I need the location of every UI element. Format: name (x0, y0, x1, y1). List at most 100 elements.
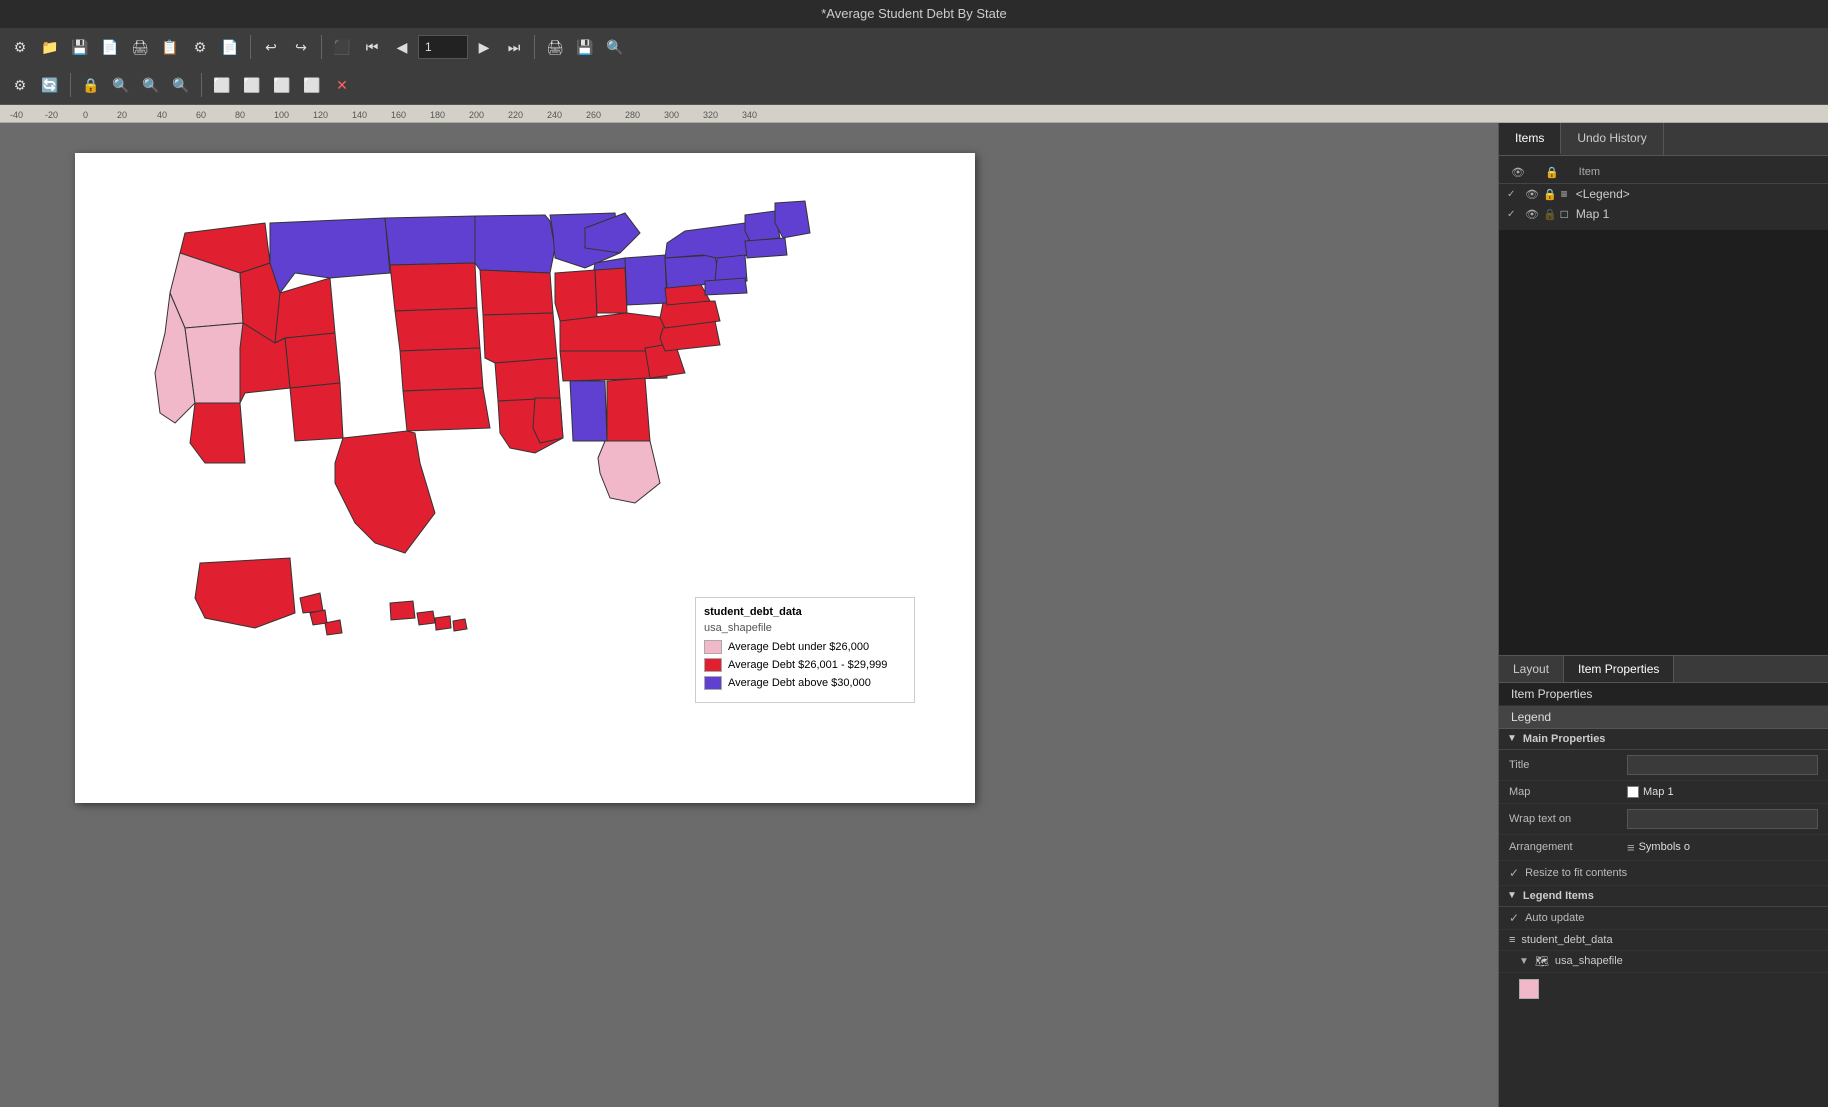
tool-refresh[interactable]: 🔄 (36, 71, 64, 99)
tab-item-properties[interactable]: Item Properties (1564, 656, 1674, 682)
legend-items-header[interactable]: ▼ Legend Items (1499, 886, 1828, 907)
auto-update-label: Auto update (1525, 912, 1584, 924)
items-row-legend[interactable]: ✓ 👁 🔒 ≡ <Legend> (1499, 184, 1828, 204)
tool-save[interactable]: 💾 (66, 33, 94, 61)
wrap-text-label: Wrap text on (1509, 813, 1619, 825)
legend-label-1: Average Debt under $26,000 (728, 641, 869, 653)
window-title: *Average Student Debt By State (821, 6, 1007, 21)
shapefile-expand-arrow: ▼ (1519, 956, 1529, 967)
legend-list-icon: ≡ (1561, 187, 1568, 201)
legend-label-2: Average Debt $26,001 - $29,999 (728, 659, 887, 671)
color-swatch-preview (1519, 979, 1539, 999)
tool-export[interactable]: 📄 (216, 33, 244, 61)
map-label: Map (1509, 786, 1619, 798)
panel-top-tabs: Items Undo History (1499, 123, 1828, 156)
legend-data-source: student_debt_data (704, 606, 906, 618)
legend-check: ✓ (1507, 189, 1521, 200)
layer-row-student-debt[interactable]: ≡ student_debt_data (1499, 930, 1828, 951)
map-lock-empty: 🔒 (1543, 208, 1557, 221)
tool-zoom-in[interactable]: 🔍 (107, 71, 135, 99)
tab-items[interactable]: Items (1499, 123, 1561, 155)
map-value-swatch (1627, 786, 1639, 798)
items-spacer (1499, 230, 1828, 655)
legend-items-arrow: ▼ (1507, 890, 1517, 901)
tool-next[interactable]: ▶ (470, 33, 498, 61)
resize-label: Resize to fit contents (1525, 867, 1627, 879)
legend-swatch-3 (704, 676, 722, 690)
tool-group[interactable]: ⬜ (238, 71, 266, 99)
map-item-label: Map 1 (1576, 207, 1609, 221)
tool-search[interactable]: 🔍 (601, 33, 629, 61)
tool-settings[interactable]: ⚙ (186, 33, 214, 61)
title-bar: *Average Student Debt By State (0, 0, 1828, 28)
legend-eye: 👁 (1525, 188, 1539, 201)
secondary-tabs: Layout Item Properties (1499, 655, 1828, 683)
items-col-eye: 👁 (1511, 166, 1525, 179)
ruler: -40 -20 0 20 40 60 80 100 120 140 160 18… (0, 105, 1828, 123)
tab-undo-history[interactable]: Undo History (1561, 123, 1663, 155)
map-eye: 👁 (1525, 208, 1539, 221)
right-panel: Items Undo History 👁 🔒 Item ✓ 👁 🔒 ≡ <Leg… (1498, 123, 1828, 1107)
tool-lock[interactable]: 🔒 (77, 71, 105, 99)
tool-select[interactable]: ⚙ (6, 33, 34, 61)
tool-edit[interactable]: ⚙ (6, 71, 34, 99)
legend-popup: student_debt_data usa_shapefile Average … (695, 597, 915, 703)
legend-section-label: Legend (1499, 706, 1828, 729)
map-value: Map 1 (1627, 786, 1674, 798)
main-properties-header[interactable]: ▼ Main Properties (1499, 729, 1828, 750)
toolbar-main: ⚙ 📁 💾 📄 🖨 📋 ⚙ 📄 ↩ ↪ ⬛ ⏮ ◀ ▶ ⏭ 🖨 💾 🔍 (0, 28, 1828, 66)
student-debt-icon: ≡ (1509, 934, 1515, 946)
page-number-input[interactable] (418, 35, 468, 59)
map-icon: □ (1561, 207, 1568, 221)
separator-1 (250, 35, 251, 59)
legend-lock: 🔒 (1543, 188, 1557, 201)
tool-open[interactable]: 📁 (36, 33, 64, 61)
tool-select-all[interactable]: ⬜ (208, 71, 236, 99)
legend-item-3: Average Debt above $30,000 (704, 676, 906, 690)
items-col-item: Item (1579, 166, 1600, 179)
legend-swatch-2 (704, 658, 722, 672)
separator-4 (70, 73, 71, 97)
main-area: student_debt_data usa_shapefile Average … (0, 123, 1828, 1107)
tool-print[interactable]: 🖨 (126, 33, 154, 61)
items-col-lock: 🔒 (1545, 166, 1559, 179)
tool-first[interactable]: ⏮ (358, 33, 386, 61)
wrap-text-input[interactable] (1627, 809, 1818, 829)
resize-check-mark: ✓ (1509, 866, 1519, 880)
arrangement-row: Arrangement ≡ Symbols o (1499, 835, 1828, 861)
tool-redo[interactable]: ↪ (287, 33, 315, 61)
legend-items-label: Legend Items (1523, 890, 1594, 902)
tool-undo[interactable]: ↩ (257, 33, 285, 61)
properties-panel[interactable]: Item Properties Legend ▼ Main Properties… (1499, 683, 1828, 1107)
tab-layout[interactable]: Layout (1499, 656, 1564, 682)
title-input[interactable] (1627, 755, 1818, 775)
tool-export2[interactable]: 💾 (571, 33, 599, 61)
tool-copy[interactable]: 📋 (156, 33, 184, 61)
main-props-label: Main Properties (1523, 733, 1606, 745)
layer-row-shapefile[interactable]: ▼ 🗺 usa_shapefile (1499, 951, 1828, 973)
legend-item-2: Average Debt $26,001 - $29,999 (704, 658, 906, 672)
tool-new[interactable]: 📄 (96, 33, 124, 61)
tool-last[interactable]: ⏭ (500, 33, 528, 61)
separator-3 (534, 35, 535, 59)
title-label: Title (1509, 759, 1619, 771)
tool-zoom-full[interactable]: 🔍 (167, 71, 195, 99)
separator-5 (201, 73, 202, 97)
arrangement-value-container: ≡ Symbols o (1627, 840, 1818, 855)
tool-distribute[interactable]: ⬜ (298, 71, 326, 99)
auto-update-row: ✓ Auto update (1499, 907, 1828, 930)
map-canvas: student_debt_data usa_shapefile Average … (75, 153, 975, 803)
tool-prev[interactable]: ◀ (388, 33, 416, 61)
student-debt-label: student_debt_data (1521, 934, 1612, 946)
tool-align[interactable]: ⬜ (268, 71, 296, 99)
tool-zoom-out[interactable]: 🔍 (137, 71, 165, 99)
tool-print2[interactable]: 🖨 (541, 33, 569, 61)
tool-delete[interactable]: ✕ (328, 71, 356, 99)
canvas-area[interactable]: student_debt_data usa_shapefile Average … (0, 123, 1498, 1107)
separator-2 (321, 35, 322, 59)
wrap-text-row: Wrap text on (1499, 804, 1828, 835)
items-row-map[interactable]: ✓ 👁 🔒 □ Map 1 (1499, 204, 1828, 224)
tool-atlas[interactable]: ⬛ (328, 33, 356, 61)
usa-map-container: student_debt_data usa_shapefile Average … (95, 173, 955, 733)
items-header: 👁 🔒 Item (1499, 162, 1828, 184)
